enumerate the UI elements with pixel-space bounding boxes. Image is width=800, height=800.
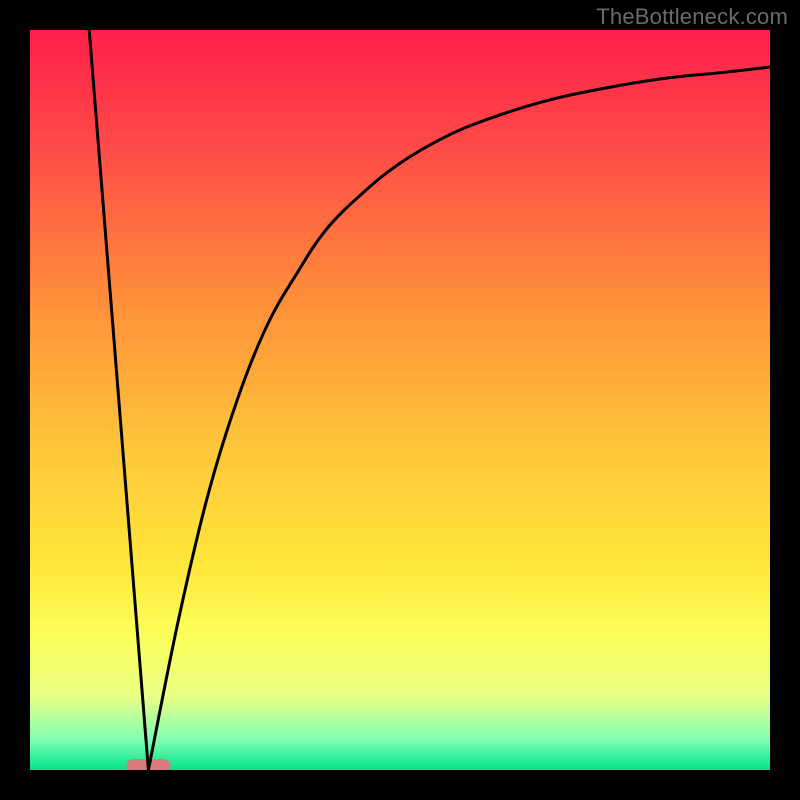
chart-frame: TheBottleneck.com	[0, 0, 800, 800]
plot-area	[30, 30, 770, 770]
chart-svg	[30, 30, 770, 770]
watermark-text: TheBottleneck.com	[596, 4, 788, 30]
